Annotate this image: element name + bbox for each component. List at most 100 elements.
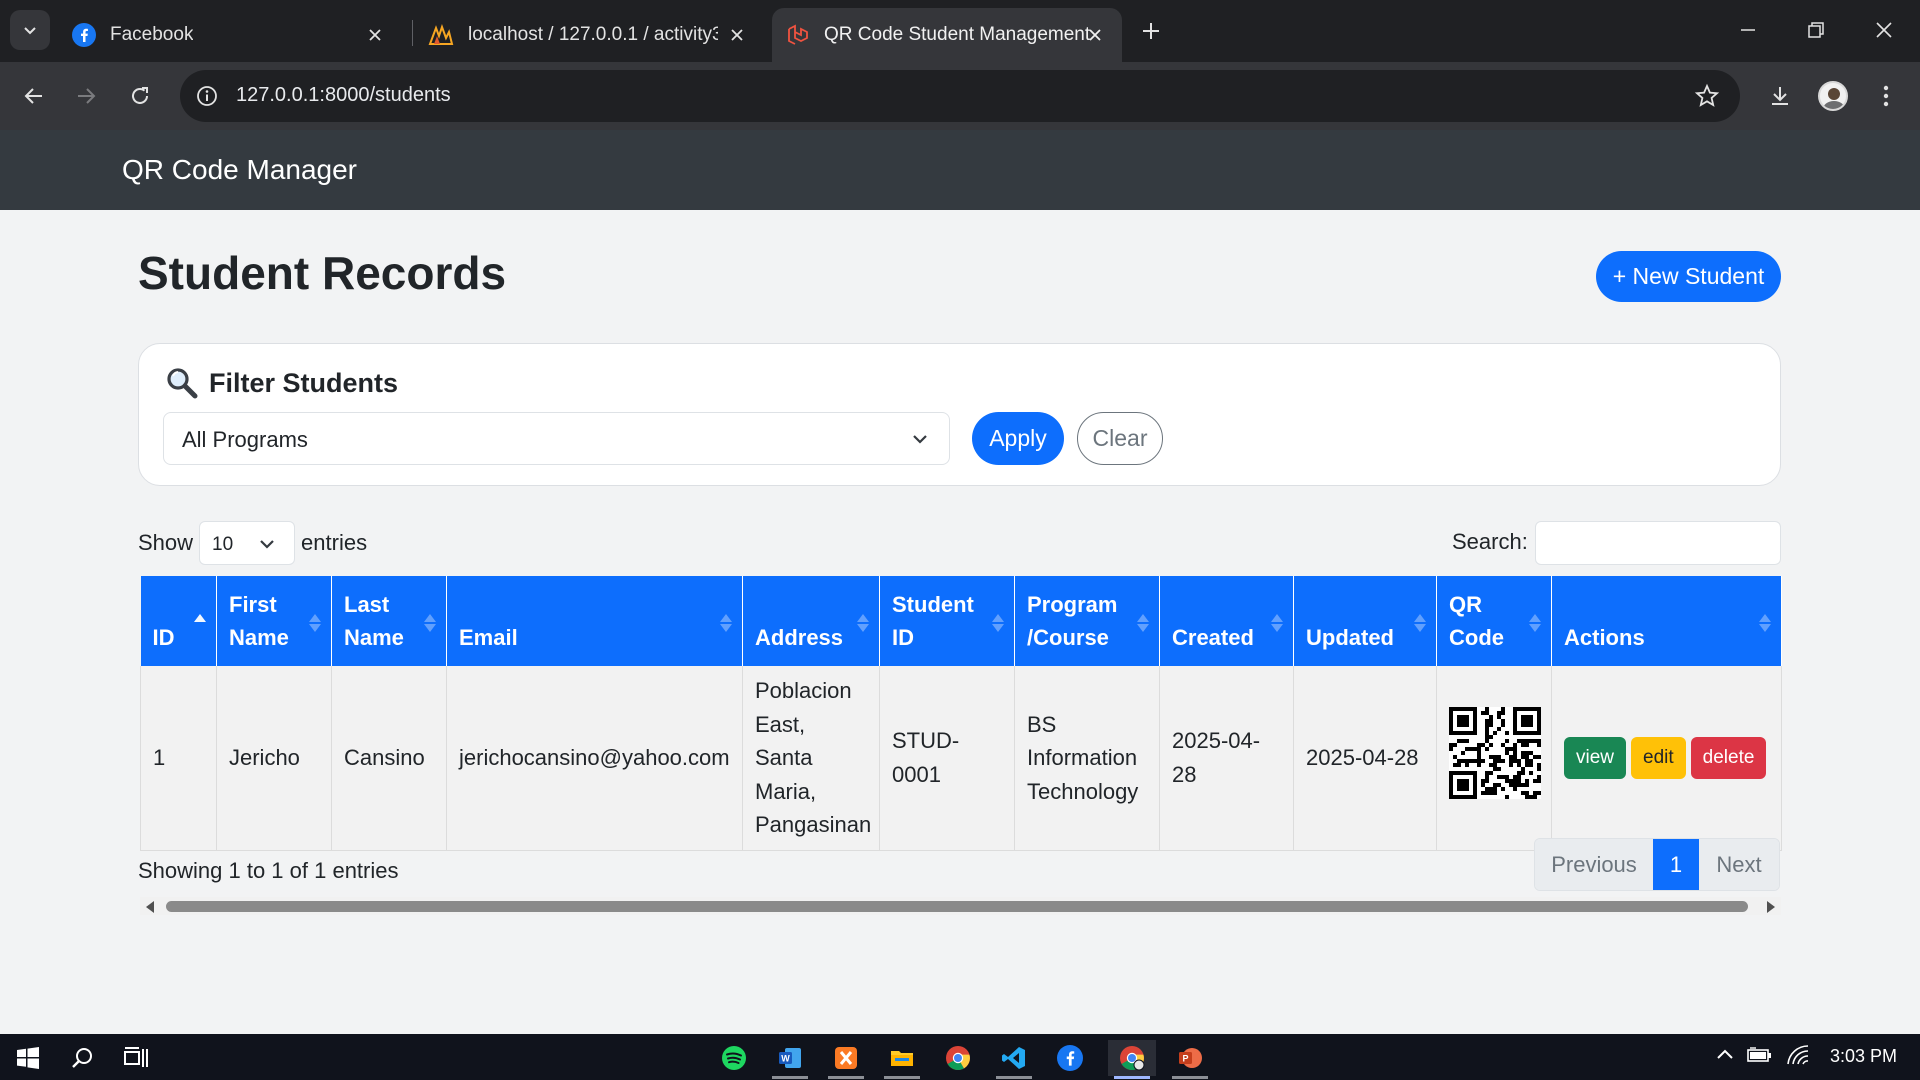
cell-email: jerichocansino@yahoo.com [446, 666, 743, 851]
taskbar-powerpoint[interactable]: P [1166, 1040, 1214, 1079]
column-header-id[interactable]: ID [140, 576, 217, 666]
back-button[interactable] [14, 76, 54, 116]
windows-logo-icon [17, 1047, 39, 1069]
delete-button[interactable]: delete [1690, 736, 1767, 779]
address-bar[interactable]: 127.0.0.1:8000/students [180, 70, 1740, 122]
column-header-qr-code[interactable]: QR Code [1436, 576, 1552, 666]
browser-menu-button[interactable] [1866, 76, 1906, 116]
battery-icon[interactable] [1746, 1044, 1774, 1066]
scroll-left-arrow-icon[interactable] [146, 901, 154, 913]
reload-button[interactable] [120, 76, 160, 116]
scroll-right-arrow-icon[interactable] [1767, 901, 1775, 913]
task-view-icon [124, 1047, 148, 1067]
chevron-up-icon[interactable] [1714, 1044, 1736, 1066]
taskbar-xampp[interactable] [822, 1040, 870, 1079]
next-page-button[interactable]: Next [1699, 839, 1779, 890]
close-icon[interactable] [364, 24, 386, 46]
horizontal-scrollbar[interactable] [140, 897, 1781, 915]
cell-address: Poblacion East, Santa Maria, Pangasinan [742, 666, 880, 851]
phpmyadmin-icon [428, 24, 454, 45]
arrow-right-icon [78, 88, 96, 104]
tab-search-button[interactable] [10, 10, 50, 50]
downloads-button[interactable] [1760, 76, 1800, 116]
cell-program: BS Information Technology [1014, 666, 1160, 851]
profile-button[interactable] [1813, 76, 1853, 116]
page-length-value: 10 [212, 534, 234, 555]
cell-actions: view edit delete [1551, 666, 1782, 851]
chevron-down-icon [24, 27, 36, 35]
facebook-icon [72, 23, 96, 47]
taskbar-word[interactable]: W [766, 1040, 814, 1079]
new-student-button[interactable]: + New Student [1596, 251, 1781, 302]
close-window-button[interactable] [1862, 10, 1906, 50]
column-header-created[interactable]: Created [1159, 576, 1294, 666]
column-header-last-name[interactable]: Last Name [331, 576, 447, 666]
forward-button[interactable] [66, 76, 106, 116]
bookmark-star-icon[interactable] [1694, 83, 1720, 114]
taskbar-file-explorer[interactable] [878, 1040, 926, 1079]
cell-created: 2025-04-28 [1159, 666, 1294, 851]
tab-title: QR Code Student Management [824, 24, 1091, 45]
search-input[interactable] [1535, 521, 1781, 565]
chevron-down-icon [260, 540, 274, 549]
taskbar-clock[interactable]: 3:03 PM [1830, 1046, 1897, 1067]
browser-tab-strip: Facebook localhost / 127.0.0.1 / activit… [0, 0, 1920, 62]
site-info-icon[interactable] [194, 83, 220, 114]
table-row: 1 Jericho Cansino jerichocansino@yahoo.c… [140, 666, 1782, 851]
column-header-email[interactable]: Email [446, 576, 743, 666]
apply-filter-button[interactable]: Apply [972, 412, 1064, 465]
url-text[interactable]: 127.0.0.1:8000/students [236, 84, 451, 107]
previous-page-button[interactable]: Previous [1535, 839, 1653, 890]
restore-icon [1808, 22, 1824, 38]
cell-updated: 2025-04-28 [1293, 666, 1437, 851]
close-icon[interactable] [1084, 24, 1106, 46]
taskbar-facebook[interactable] [1046, 1040, 1094, 1076]
search-label: Search: [1452, 529, 1528, 554]
page-title: Student Records [138, 247, 507, 299]
column-header-actions[interactable]: Actions [1551, 576, 1782, 666]
page-1-button[interactable]: 1 [1653, 839, 1699, 890]
taskbar-chrome-active[interactable] [1108, 1040, 1156, 1079]
column-header-program[interactable]: Program/Course [1014, 576, 1160, 666]
qr-code-image[interactable] [1449, 707, 1541, 800]
wifi-icon[interactable] [1786, 1044, 1810, 1066]
entries-label: entries [301, 530, 368, 555]
new-tab-button[interactable] [1134, 14, 1168, 48]
tab-qr-student[interactable]: QR Code Student Management [772, 8, 1122, 62]
taskbar-chrome[interactable] [934, 1040, 982, 1076]
tab-phpmyadmin[interactable]: localhost / 127.0.0.1 / activity3_ [414, 8, 764, 62]
taskbar-search-button[interactable] [58, 1040, 106, 1076]
clear-filter-button[interactable]: Clear [1077, 412, 1163, 465]
close-icon[interactable] [726, 24, 748, 46]
laravel-icon [788, 24, 808, 45]
taskbar-spotify[interactable] [710, 1040, 758, 1076]
scrollbar-thumb[interactable] [166, 901, 1748, 912]
program-select[interactable]: All Programs [163, 412, 950, 465]
taskbar-vscode[interactable] [990, 1040, 1038, 1079]
column-header-updated[interactable]: Updated [1293, 576, 1437, 666]
chevron-down-icon [913, 435, 927, 444]
start-button[interactable] [4, 1040, 52, 1076]
magnifier-icon [167, 368, 198, 399]
task-view-button[interactable] [112, 1040, 160, 1076]
view-button[interactable]: view [1564, 736, 1627, 779]
word-icon: W [779, 1048, 801, 1068]
column-header-first-name[interactable]: First Name [216, 576, 332, 666]
tab-facebook[interactable]: Facebook [58, 8, 402, 62]
spotify-icon [722, 1046, 746, 1070]
close-icon [1876, 22, 1892, 38]
restore-button[interactable] [1794, 10, 1838, 50]
folder-icon [891, 1051, 913, 1066]
facebook-icon [1057, 1045, 1083, 1071]
page-length-select[interactable]: 10 [199, 521, 296, 565]
xampp-icon [835, 1047, 857, 1069]
page-length-control: Show 10 entries [138, 521, 367, 565]
column-header-address[interactable]: Address [742, 576, 880, 666]
svg-text:W: W [781, 1054, 790, 1064]
edit-button[interactable]: edit [1631, 736, 1686, 779]
windows-taskbar: W P 3:03 PM [0, 1034, 1920, 1080]
column-header-student-id[interactable]: Student ID [879, 576, 1015, 666]
minimize-button[interactable] [1726, 10, 1770, 50]
navbar-brand[interactable]: QR Code Manager [122, 154, 357, 186]
show-label: Show [138, 530, 194, 555]
